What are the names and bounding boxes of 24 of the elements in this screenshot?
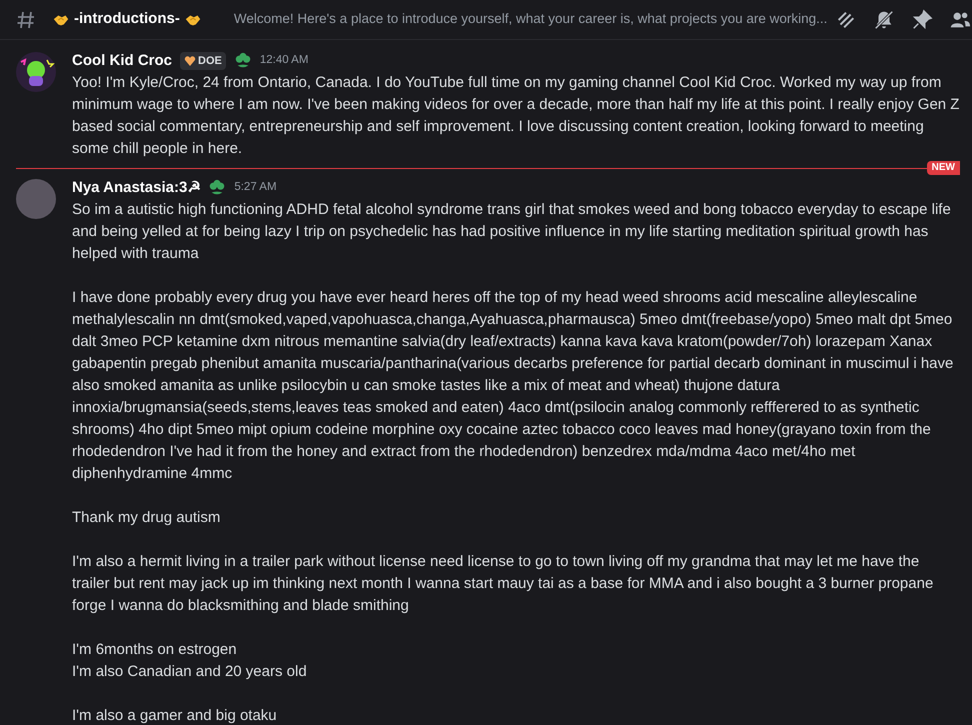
avatar[interactable]	[16, 179, 56, 219]
hash-icon	[16, 10, 36, 30]
timestamp: 12:40 AM	[260, 53, 308, 68]
clover-role-icon	[208, 179, 226, 197]
message-text: I'm also a gamer and big otaku	[72, 706, 278, 725]
channel-name: -introductions-	[74, 9, 180, 30]
message-text: I'm also a hermit living in a trailer park without license need license to go to town living off my grandma that may let me have the trailer but rent may jack up im thinking next month I wanna start mauy tai as a base for MMA and i also bought a 3 burner propane forge I wanna do blacksmithing and blade smithing	[72, 552, 934, 616]
heart-icon	[184, 55, 196, 67]
tag-label: DOE	[198, 54, 222, 69]
message-text: Yoo! I'm Kyle/Croc, 24 from Ontario, Canada. I do YouTube full time on my gaming channel Cool Kid Croc. Worked my way up from minimum wage to where I am now. I've been making videos for over a decade, more than half my life at this point. I really enjoy Gen Z based social commentary, entrepreneurship and self improvement. I love discussing content creation, looking forward to meeting some chill people in here.	[72, 73, 960, 159]
timestamp: 5:27 AM	[234, 180, 277, 196]
muted-bell-icon[interactable]	[873, 8, 896, 30]
message-text: Thank my drug autism	[72, 508, 222, 528]
username[interactable]: Cool Kid Croc	[72, 50, 172, 72]
avatar-drawing[interactable]	[16, 52, 56, 92]
guild-tag[interactable]: DOE	[180, 52, 226, 70]
channel-topic: Welcome! Here's a place to introduce yourself, what your career is, what projects you are working...	[234, 10, 828, 28]
message-text: I have done probably every drug you have ever heard heres off the top of my head weed shrooms acid mescaline alleylescaline methalylescalin nn dmt(smoked,vaped,vapohuasca,changa,Ayahuasca,pharmausca) 5meo dmt(freebase/yopo) 5meo malt dpt 5meo dalt 3meo PCP ketamine dxm nitrous memantine salvia(dry leaf/extracts) kanna kava kava kratom(powder/7oh) lorazepam Xanax gabapentin pregab phenibut amanita muscaria/pantharina(various decarbs preference for partial decarb dominant in muscimul i have also smoked amanita as unlike psilocybin u can smoke tastes like a mix of meat and wheat) thujone datura innoxia/brugmansia(seeds,stems,leaves teas smoked and eaten) 4aco dmt(psilocin analog commonly reffferered to as synthetic shrooms) 4ho dipt 5meo mipt opium codeine morphine oxy cocaine aztec tobacco coco leaves mad honey(grayano toxin from the rhodedendron I've had it from the honey and extract from the rhodedendron) benzedrex mda/mdma 4aco met/4ho met diphenhydramine 4mmc	[72, 288, 954, 484]
message-text: I'm 6months on estrogen I'm also Canadian and 20 years old	[72, 640, 308, 682]
username[interactable]: Nya Anastasia:3☭	[72, 176, 200, 200]
pin-icon[interactable]	[911, 8, 934, 30]
message-text: So im a autistic high functioning ADHD fetal alcohol syndrome trans girl that smokes weed and bong tobacco everyday to escape life and being yelled at for being lazy I trip on psychedelic has had positive influence in my life starting meditation spiritual growth has helped with trauma	[72, 200, 952, 264]
new-badge: NEW	[926, 161, 960, 175]
clover-role-icon	[234, 52, 252, 70]
